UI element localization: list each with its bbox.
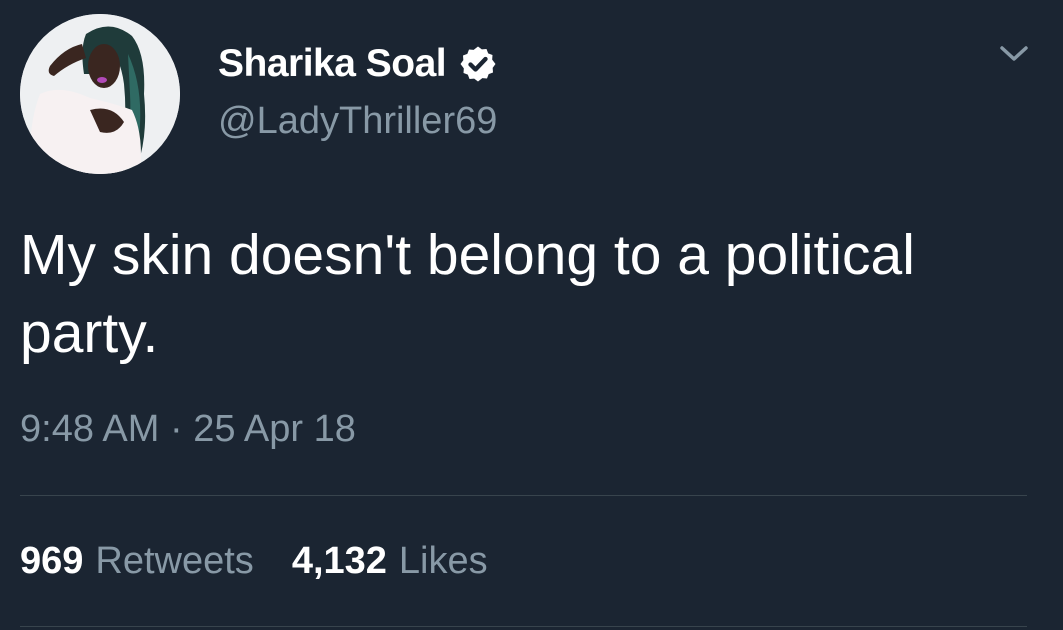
tweet-text: My skin doesn't belong to a political pa… <box>20 223 915 365</box>
avatar-photo <box>20 14 180 174</box>
tweet-timestamp[interactable]: 9:48 AM · 25 Apr 18 <box>20 408 356 451</box>
chevron-down-icon[interactable] <box>999 44 1029 64</box>
likes-stat[interactable]: 4,132 Likes <box>292 540 488 583</box>
user-handle[interactable]: @LadyThriller69 <box>218 100 497 143</box>
retweets-stat[interactable]: 969 Retweets <box>20 540 254 583</box>
avatar[interactable] <box>20 14 180 174</box>
divider <box>20 495 1027 496</box>
tweet-stats: 969 Retweets 4,132 Likes <box>20 540 526 583</box>
likes-label: Likes <box>398 540 488 582</box>
display-name[interactable]: Sharika Soal <box>218 42 447 86</box>
retweets-count: 969 <box>20 540 84 582</box>
tweet-time: 9:48 AM <box>20 408 160 450</box>
tweet-date: 25 Apr 18 <box>193 408 356 450</box>
retweets-label: Retweets <box>95 540 254 582</box>
verified-badge-icon <box>460 46 496 82</box>
author-name-row[interactable]: Sharika Soal <box>218 40 498 88</box>
timestamp-separator: · <box>169 408 183 450</box>
divider <box>20 626 1027 627</box>
likes-count: 4,132 <box>291 540 387 582</box>
